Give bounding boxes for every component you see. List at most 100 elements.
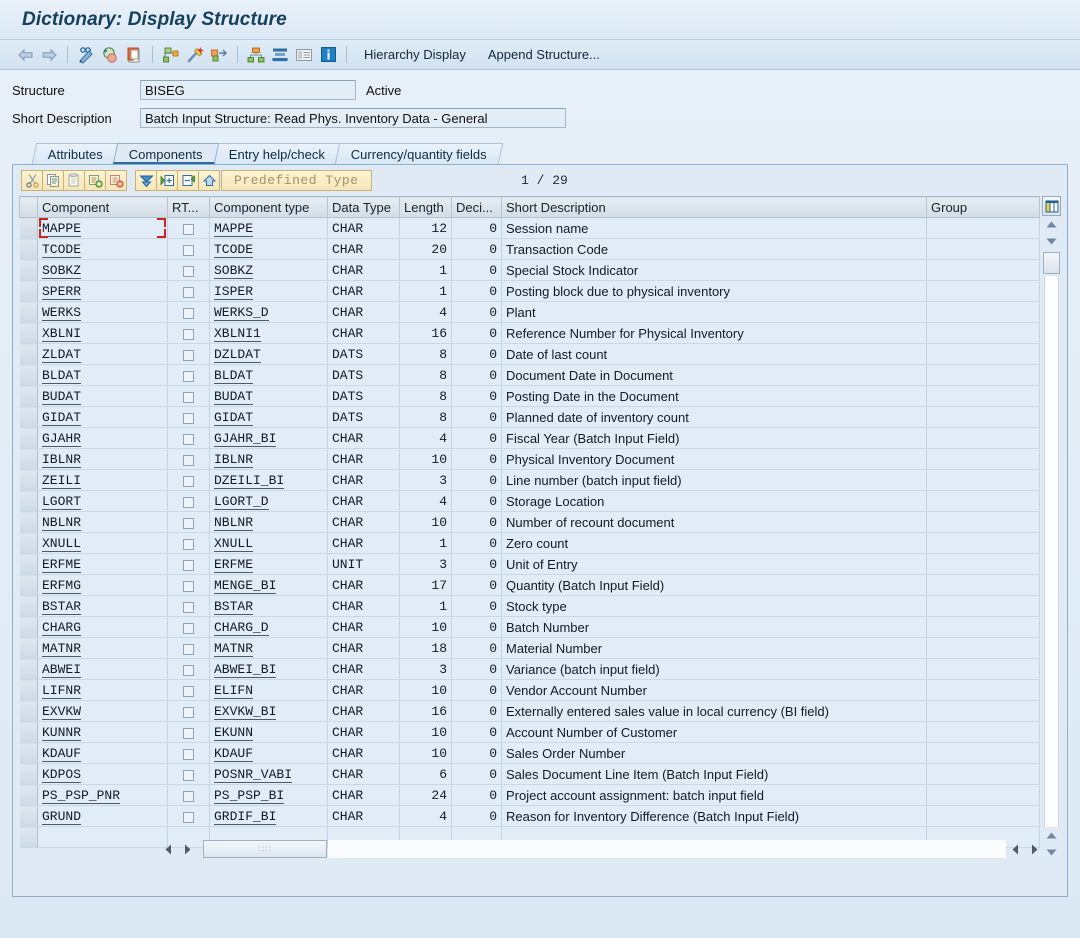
- display-change-icon[interactable]: [75, 44, 97, 66]
- cell-short-description[interactable]: Reason for Inventory Difference (Batch I…: [502, 806, 927, 827]
- cell-component-type[interactable]: ELIFN: [210, 680, 328, 701]
- cell-rt-checkbox[interactable]: [168, 617, 210, 638]
- table-row[interactable]: TCODETCODECHAR200Transaction Code: [20, 239, 1040, 260]
- rt-checkbox[interactable]: [183, 539, 194, 550]
- cell-length[interactable]: 8: [400, 344, 452, 365]
- copy-icon[interactable]: [42, 170, 64, 191]
- cell-component-type[interactable]: PS_PSP_BI: [210, 785, 328, 806]
- cell-data-type[interactable]: CHAR: [328, 428, 400, 449]
- table-row[interactable]: LGORTLGORT_DCHAR40Storage Location: [20, 491, 1040, 512]
- cell-rt-checkbox[interactable]: [168, 470, 210, 491]
- rt-checkbox[interactable]: [183, 518, 194, 529]
- row-selector[interactable]: [20, 491, 38, 512]
- table-row[interactable]: GJAHRGJAHR_BICHAR40Fiscal Year (Batch In…: [20, 428, 1040, 449]
- component-type-link[interactable]: TCODE: [214, 242, 253, 258]
- cell-component-type[interactable]: GIDAT: [210, 407, 328, 428]
- scroll-thumb[interactable]: [1043, 252, 1060, 274]
- component-link[interactable]: XBLNI: [42, 326, 81, 342]
- cell-length[interactable]: 10: [400, 449, 452, 470]
- cell-group[interactable]: [927, 218, 1040, 239]
- cell-group[interactable]: [927, 491, 1040, 512]
- cell-decimals[interactable]: 0: [452, 323, 502, 344]
- cell-short-description[interactable]: Posting block due to physical inventory: [502, 281, 927, 302]
- cell-component[interactable]: MAPPE: [38, 218, 168, 239]
- cell-data-type[interactable]: CHAR: [328, 491, 400, 512]
- cell-component-type[interactable]: GJAHR_BI: [210, 428, 328, 449]
- component-type-link[interactable]: SOBKZ: [214, 263, 253, 279]
- cell-group[interactable]: [927, 575, 1040, 596]
- component-link[interactable]: MATNR: [42, 641, 81, 657]
- cell-group[interactable]: [927, 281, 1040, 302]
- cell-short-description[interactable]: Line number (batch input field): [502, 470, 927, 491]
- cell-group[interactable]: [927, 806, 1040, 827]
- rt-checkbox[interactable]: [183, 665, 194, 676]
- rt-checkbox[interactable]: [183, 371, 194, 382]
- table-row[interactable]: KDPOSPOSNR_VABICHAR60Sales Document Line…: [20, 764, 1040, 785]
- cell-rt-checkbox[interactable]: [168, 638, 210, 659]
- hierarchy-display-button[interactable]: Hierarchy Display: [354, 44, 476, 66]
- scroll-right-button[interactable]: [178, 840, 197, 859]
- cell-short-description[interactable]: Planned date of inventory count: [502, 407, 927, 428]
- scroll-page-down-button[interactable]: [1042, 844, 1061, 861]
- cell-group[interactable]: [927, 701, 1040, 722]
- cell-short-description[interactable]: Sales Document Line Item (Batch Input Fi…: [502, 764, 927, 785]
- cell-rt-checkbox[interactable]: [168, 596, 210, 617]
- cell-component-type[interactable]: DZEILI_BI: [210, 470, 328, 491]
- table-horizontal-scrollbar[interactable]: ∷∷: [19, 838, 1044, 860]
- cell-rt-checkbox[interactable]: [168, 806, 210, 827]
- cell-data-type[interactable]: CHAR: [328, 449, 400, 470]
- component-type-link[interactable]: ISPER: [214, 284, 253, 300]
- row-selector[interactable]: [20, 617, 38, 638]
- table-row[interactable]: MAPPEMAPPECHAR120Session name: [20, 218, 1040, 239]
- cell-data-type[interactable]: CHAR: [328, 239, 400, 260]
- cell-component[interactable]: KDPOS: [38, 764, 168, 785]
- cell-data-type[interactable]: CHAR: [328, 785, 400, 806]
- table-row[interactable]: GIDATGIDATDATS80Planned date of inventor…: [20, 407, 1040, 428]
- component-link[interactable]: BUDAT: [42, 389, 81, 405]
- component-link[interactable]: ZLDAT: [42, 347, 81, 363]
- cell-group[interactable]: [927, 659, 1040, 680]
- component-type-link[interactable]: GJAHR_BI: [214, 431, 276, 447]
- cell-short-description[interactable]: Transaction Code: [502, 239, 927, 260]
- cell-rt-checkbox[interactable]: [168, 491, 210, 512]
- cell-decimals[interactable]: 0: [452, 554, 502, 575]
- cell-component[interactable]: IBLNR: [38, 449, 168, 470]
- row-selector[interactable]: [20, 785, 38, 806]
- cell-component-type[interactable]: CHARG_D: [210, 617, 328, 638]
- paste-icon[interactable]: [63, 170, 85, 191]
- cell-short-description[interactable]: Posting Date in the Document: [502, 386, 927, 407]
- tab-currency-quantity-fields[interactable]: Currency/quantity fields: [335, 143, 503, 164]
- cell-short-description[interactable]: Special Stock Indicator: [502, 260, 927, 281]
- component-type-link[interactable]: KDAUF: [214, 746, 253, 762]
- row-selector[interactable]: [20, 470, 38, 491]
- component-link[interactable]: BLDAT: [42, 368, 81, 384]
- table-row[interactable]: EXVKWEXVKW_BICHAR160Externally entered s…: [20, 701, 1040, 722]
- cell-length[interactable]: 10: [400, 722, 452, 743]
- cell-decimals[interactable]: 0: [452, 680, 502, 701]
- cell-decimals[interactable]: 0: [452, 785, 502, 806]
- cell-component-type[interactable]: TCODE: [210, 239, 328, 260]
- cell-length[interactable]: 10: [400, 512, 452, 533]
- cell-short-description[interactable]: Session name: [502, 218, 927, 239]
- cell-rt-checkbox[interactable]: [168, 386, 210, 407]
- row-selector[interactable]: [20, 533, 38, 554]
- cell-group[interactable]: [927, 344, 1040, 365]
- cell-component[interactable]: EXVKW: [38, 701, 168, 722]
- column-header-decimals[interactable]: Deci...: [452, 197, 502, 218]
- cell-decimals[interactable]: 0: [452, 743, 502, 764]
- table-row[interactable]: BLDATBLDATDATS80Document Date in Documen…: [20, 365, 1040, 386]
- where-used-list-icon[interactable]: [160, 44, 182, 66]
- cell-length[interactable]: 1: [400, 533, 452, 554]
- cell-rt-checkbox[interactable]: [168, 344, 210, 365]
- expand-include-icon[interactable]: [156, 170, 178, 191]
- rt-checkbox[interactable]: [183, 791, 194, 802]
- cell-length[interactable]: 1: [400, 596, 452, 617]
- component-type-link[interactable]: EXVKW_BI: [214, 704, 276, 720]
- cell-length[interactable]: 6: [400, 764, 452, 785]
- cell-decimals[interactable]: 0: [452, 659, 502, 680]
- cell-length[interactable]: 20: [400, 239, 452, 260]
- cell-group[interactable]: [927, 449, 1040, 470]
- component-link[interactable]: ERFMG: [42, 578, 81, 594]
- table-row[interactable]: XNULLXNULLCHAR10Zero count: [20, 533, 1040, 554]
- table-row[interactable]: SPERRISPERCHAR10Posting block due to phy…: [20, 281, 1040, 302]
